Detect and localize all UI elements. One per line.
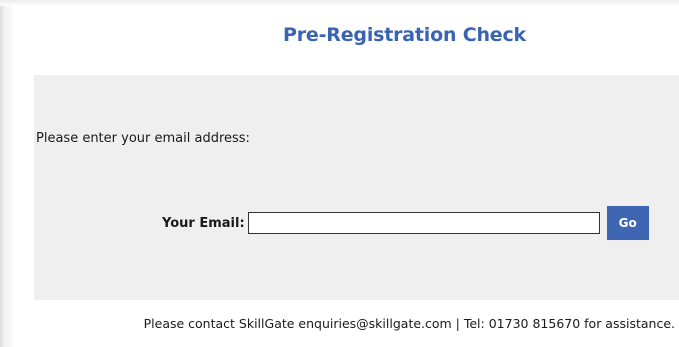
email-input[interactable] (247, 212, 600, 234)
form-panel: Please enter your email address: Your Em… (34, 75, 679, 300)
window-left-edge (0, 0, 14, 347)
email-row: Your Email: Go (162, 205, 649, 241)
page: Pre-Registration Check Please enter your… (0, 0, 679, 347)
contact-footer: Please contact SkillGate enquiries@skill… (143, 316, 675, 331)
email-label: Your Email: (162, 215, 245, 231)
page-title: Pre-Registration Check (283, 24, 526, 46)
email-prompt-text: Please enter your email address: (36, 131, 250, 146)
window-top-edge (0, 0, 679, 6)
go-button[interactable]: Go (606, 206, 649, 240)
